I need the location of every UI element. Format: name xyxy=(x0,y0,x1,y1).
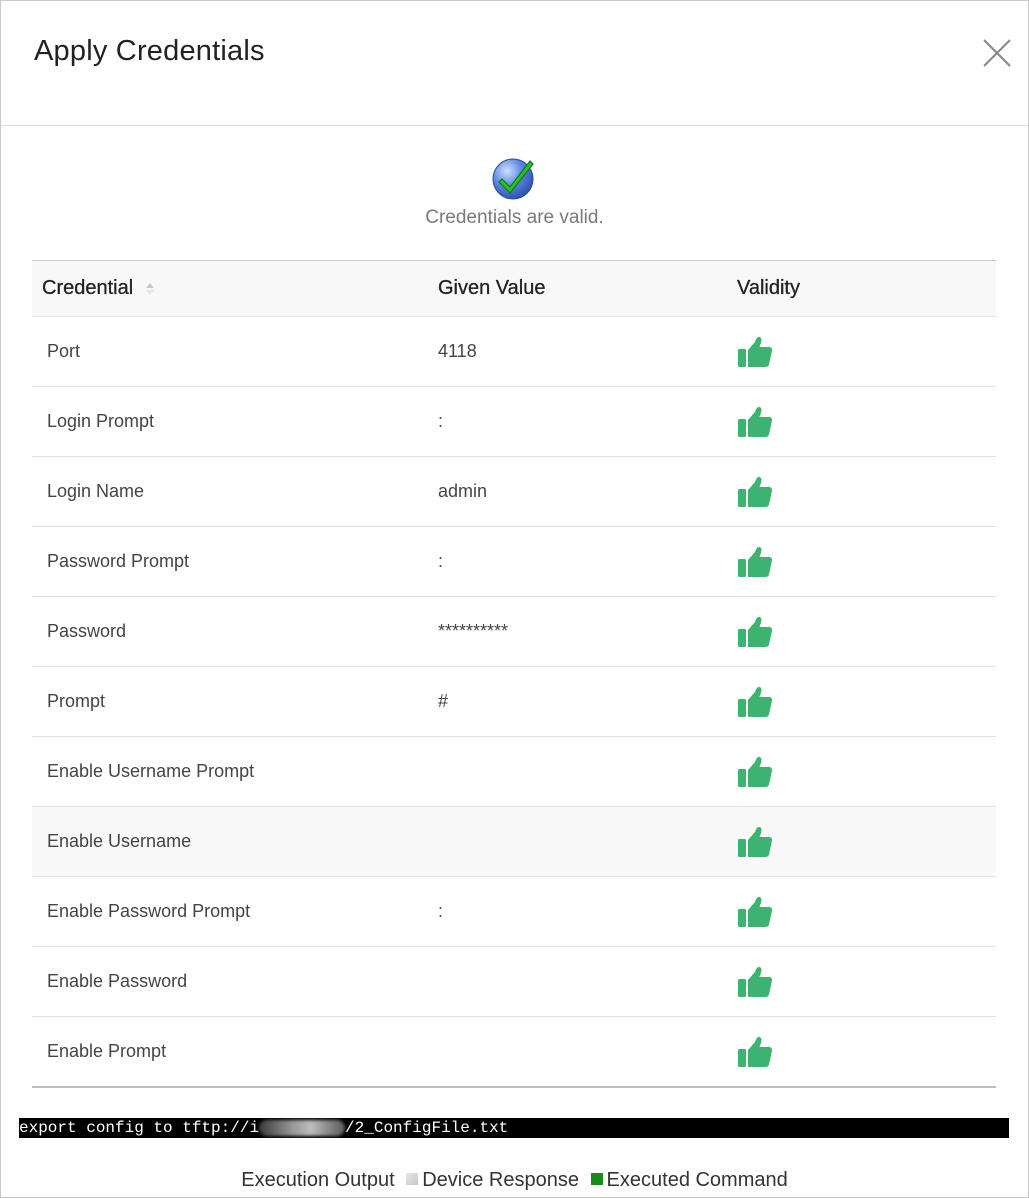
credential-name: Enable Username xyxy=(32,806,438,877)
dialog-title: Apply Credentials xyxy=(34,35,265,67)
table-row: Port 4118 xyxy=(32,316,996,387)
thumbs-up-icon xyxy=(738,756,773,787)
credential-name: Enable Password xyxy=(32,946,438,1017)
redacted-address xyxy=(259,1119,346,1136)
credential-name: Password Prompt xyxy=(32,526,438,597)
given-value: # xyxy=(438,666,737,737)
table-row: Enable Username Prompt xyxy=(32,736,996,807)
validation-status: Credentials are valid. xyxy=(1,155,1028,229)
validity-cell xyxy=(737,526,996,597)
thumbs-up-icon xyxy=(738,896,773,927)
validity-cell xyxy=(737,316,996,387)
table-row: Password Prompt: xyxy=(32,526,996,597)
given-value: : xyxy=(438,386,737,457)
thumbs-up-icon xyxy=(738,686,773,717)
credential-name: Enable Password Prompt xyxy=(32,876,438,947)
legend-device-response: Device Response xyxy=(422,1169,579,1191)
validity-cell xyxy=(737,946,996,1017)
apply-credentials-dialog: Apply Credentials Credentials are valid. xyxy=(0,0,1029,1198)
sort-icon[interactable] xyxy=(145,282,155,296)
dialog-header: Apply Credentials xyxy=(1,1,1028,126)
given-value xyxy=(438,736,737,807)
thumbs-up-icon xyxy=(738,336,773,367)
column-header-label: Credential xyxy=(42,277,134,299)
thumbs-up-icon xyxy=(738,1036,773,1067)
table-row: Enable Prompt xyxy=(32,1017,996,1088)
execution-output-console: export config to tftp://i/2_ConfigFile.t… xyxy=(19,1118,1009,1138)
credentials-table: Credential Given Value Validity Port 4118… xyxy=(32,260,996,1088)
validity-cell xyxy=(737,386,996,457)
check-circle-icon xyxy=(492,158,534,200)
validity-cell xyxy=(737,1017,996,1088)
given-value: ********** xyxy=(438,596,737,667)
column-header-validity: Validity xyxy=(737,260,996,317)
validity-cell xyxy=(737,806,996,877)
given-value: admin xyxy=(438,456,737,527)
given-value xyxy=(438,806,737,877)
credential-name: Prompt xyxy=(32,666,438,737)
thumbs-up-icon xyxy=(738,406,773,437)
validity-cell xyxy=(737,456,996,527)
credential-name: Login Prompt xyxy=(32,386,438,457)
given-value: : xyxy=(438,876,737,947)
table-row: Enable Password xyxy=(32,946,996,1017)
thumbs-up-icon xyxy=(738,616,773,647)
column-header-given-value: Given Value xyxy=(438,260,737,317)
validity-cell xyxy=(737,736,996,807)
close-icon[interactable] xyxy=(982,38,1012,68)
validity-cell xyxy=(737,596,996,667)
credential-name: Enable Prompt xyxy=(47,1041,167,1061)
legend-title: Execution Output xyxy=(241,1169,395,1191)
thumbs-up-icon xyxy=(738,966,773,997)
given-value xyxy=(438,1017,737,1088)
executed-command-swatch xyxy=(590,1173,603,1186)
validity-cell xyxy=(737,666,996,737)
status-message: Credentials are valid. xyxy=(425,207,604,228)
credential-name: Port xyxy=(32,316,438,387)
output-legend: Execution Output Device Response Execute… xyxy=(1,1169,1028,1192)
table-row: Enable Password Prompt: xyxy=(32,876,996,947)
column-header-credential[interactable]: Credential xyxy=(32,260,438,317)
legend-executed-command: Executed Command xyxy=(606,1169,788,1191)
thumbs-up-icon xyxy=(738,476,773,507)
table-header-row: Credential Given Value Validity xyxy=(32,260,996,317)
table-row: Login Name admin xyxy=(32,456,996,527)
thumbs-up-icon xyxy=(738,826,773,857)
table-row: Login Prompt: xyxy=(32,386,996,457)
table-row: Prompt # xyxy=(32,666,996,737)
credential-name: Login Name xyxy=(32,456,438,527)
given-value: 4118 xyxy=(438,316,737,387)
table-row: Password ********** xyxy=(32,596,996,667)
credential-name: Enable Username Prompt xyxy=(32,736,438,807)
device-response-swatch xyxy=(406,1173,419,1186)
console-text-suffix: /2_ConfigFile.txt xyxy=(345,1119,509,1137)
thumbs-up-icon xyxy=(738,546,773,577)
credential-name: Password xyxy=(32,596,438,667)
validity-cell xyxy=(737,876,996,947)
console-text-prefix: export config to tftp://i xyxy=(19,1119,260,1137)
table-row: Enable Username xyxy=(32,806,996,877)
given-value xyxy=(438,946,737,1017)
given-value: : xyxy=(438,526,737,597)
